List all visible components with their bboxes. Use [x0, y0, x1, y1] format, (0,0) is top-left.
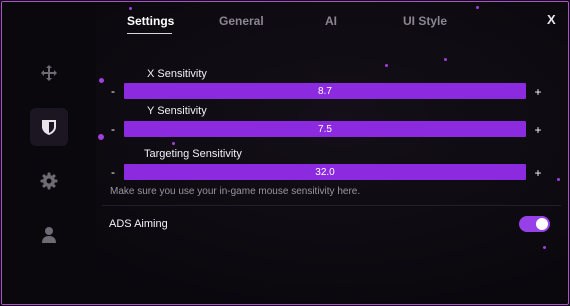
x-sensitivity-increase-button[interactable]: +: [532, 85, 544, 99]
ads-aiming-label: ADS Aiming: [109, 218, 168, 230]
y-sensitivity-slider[interactable]: 7.5: [124, 121, 526, 137]
targeting-sensitivity-decrease-button[interactable]: -: [107, 165, 119, 179]
x-sensitivity-value: 8.7: [318, 85, 332, 97]
tab-ai[interactable]: AI: [325, 14, 337, 28]
toggle-knob: [536, 218, 548, 230]
ads-aiming-toggle[interactable]: [519, 216, 550, 232]
y-sensitivity-label: Y Sensitivity: [147, 105, 207, 117]
shield-icon: [42, 120, 56, 135]
user-icon: [42, 227, 56, 243]
particle: [543, 246, 546, 249]
y-sensitivity-increase-button[interactable]: +: [532, 123, 544, 137]
x-sensitivity-decrease-button[interactable]: -: [107, 84, 119, 98]
tab-settings[interactable]: Settings: [127, 14, 174, 28]
tab-ui-style[interactable]: UI Style: [403, 14, 447, 28]
y-sensitivity-decrease-button[interactable]: -: [107, 122, 119, 136]
particle: [129, 7, 132, 10]
sidebar-item-profile[interactable]: [30, 216, 68, 254]
targeting-sensitivity-slider[interactable]: 32.0: [124, 164, 526, 180]
sidebar-item-shield[interactable]: [30, 108, 68, 146]
y-sensitivity-value: 7.5: [318, 123, 332, 135]
x-sensitivity-slider[interactable]: 8.7: [124, 83, 526, 99]
particle: [385, 64, 388, 67]
gear-icon: [40, 172, 58, 190]
targeting-sensitivity-increase-button[interactable]: +: [532, 166, 544, 180]
particle: [444, 58, 447, 61]
sidebar-item-settings[interactable]: [30, 162, 68, 200]
particle: [172, 142, 175, 145]
close-button[interactable]: X: [547, 12, 556, 27]
particle: [557, 178, 560, 181]
crosshair-move-icon: [41, 65, 57, 81]
sidebar: [2, 2, 96, 304]
sensitivity-hint: Make sure you use your in-game mouse sen…: [110, 186, 361, 197]
tab-general[interactable]: General: [219, 14, 264, 28]
settings-window: Settings General AI UI Style X X Sensiti…: [1, 1, 569, 305]
active-tab-indicator: [127, 33, 172, 34]
x-sensitivity-label: X Sensitivity: [147, 68, 207, 80]
particle: [99, 78, 104, 83]
sidebar-item-crosshair[interactable]: [30, 54, 68, 92]
particle: [98, 134, 104, 140]
targeting-sensitivity-value: 32.0: [315, 166, 335, 178]
particle: [476, 6, 479, 9]
targeting-sensitivity-label: Targeting Sensitivity: [144, 148, 242, 160]
divider: [102, 205, 561, 206]
